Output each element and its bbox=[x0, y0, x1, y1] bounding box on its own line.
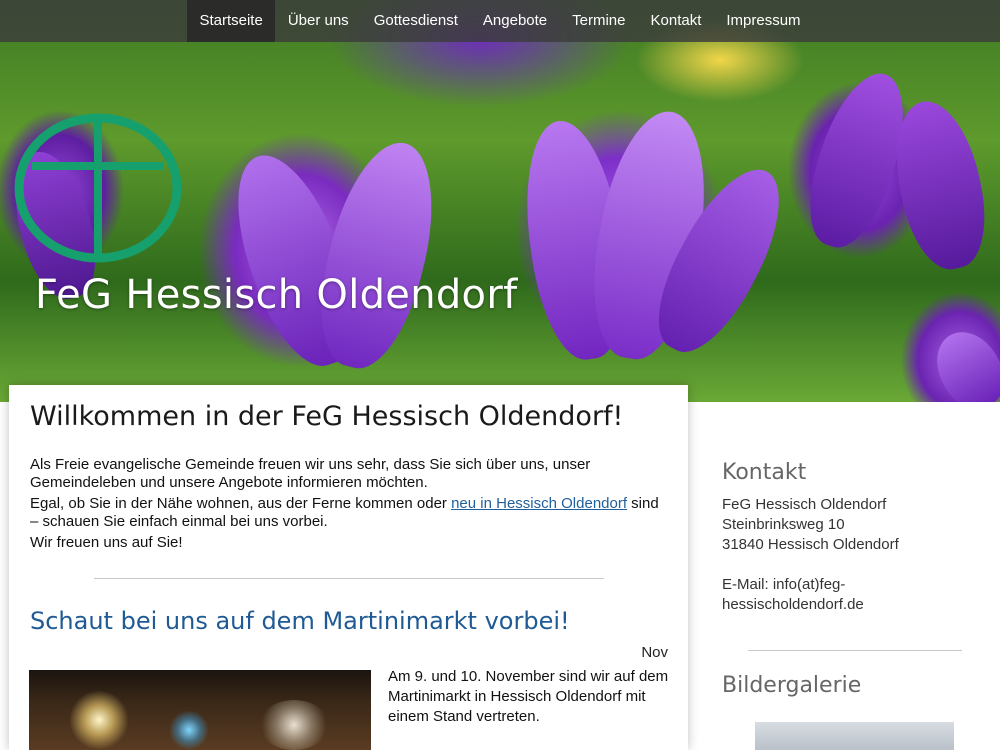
nav-item-angebote[interactable]: Angebote bbox=[470, 0, 559, 42]
intro-paragraph: Wir freuen uns auf Sie! bbox=[30, 534, 183, 551]
hero-flower bbox=[924, 320, 1000, 402]
nav-item-kontakt[interactable]: Kontakt bbox=[638, 0, 714, 42]
nav-item-startseite[interactable]: Startseite bbox=[186, 0, 276, 42]
intro-text: Als Freie evangelische Gemeinde freuen w… bbox=[30, 456, 668, 552]
nav-item-gottesdienst[interactable]: Gottesdienst bbox=[361, 0, 470, 42]
contact-address: FeG Hessisch Oldendorf Steinbrinksweg 10… bbox=[722, 495, 982, 615]
market-light bbox=[69, 690, 129, 750]
sidebar: Kontakt FeG Hessisch Oldendorf Steinbrin… bbox=[722, 460, 982, 698]
contact-line: FeG Hessisch Oldendorf bbox=[722, 496, 887, 513]
post-date: Nov bbox=[641, 644, 668, 661]
neu-in-hessisch-oldendorf-link[interactable]: neu in Hessisch Oldendorf bbox=[451, 495, 627, 512]
post-image[interactable] bbox=[29, 670, 371, 750]
post-text: Am 9. und 10. November sind wir auf dem … bbox=[388, 668, 669, 725]
page-title: Willkommen in der FeG Hessisch Oldendorf… bbox=[30, 401, 624, 432]
intro-paragraph: Egal, ob Sie in der Nähe wohnen, aus der… bbox=[30, 495, 668, 530]
content-divider bbox=[94, 577, 604, 579]
contact-line: Steinbrinksweg 10 bbox=[722, 516, 845, 533]
cross-circle-logo-icon[interactable] bbox=[12, 112, 184, 264]
nav-item-termine[interactable]: Termine bbox=[560, 0, 638, 42]
site-title[interactable]: FeG Hessisch Oldendorf bbox=[35, 272, 517, 318]
gallery-thumbnail[interactable] bbox=[755, 722, 954, 750]
intro-paragraph: Als Freie evangelische Gemeinde freuen w… bbox=[30, 456, 591, 491]
main-content: Willkommen in der FeG Hessisch Oldendorf… bbox=[9, 385, 688, 750]
contact-heading: Kontakt bbox=[722, 460, 807, 485]
sidebar-divider bbox=[748, 650, 962, 651]
contact-line bbox=[722, 555, 982, 575]
contact-email-line[interactable]: E-Mail: info(at)feg- bbox=[722, 575, 982, 595]
market-light bbox=[259, 700, 329, 750]
intro-text-part: Egal, ob Sie in der Nähe wohnen, aus der… bbox=[30, 495, 452, 512]
post-title[interactable]: Schaut bei uns auf dem Martinimarkt vorb… bbox=[30, 607, 668, 635]
gallery-heading: Bildergalerie bbox=[722, 673, 862, 698]
market-light bbox=[169, 710, 209, 750]
nav-item-impressum[interactable]: Impressum bbox=[714, 0, 813, 42]
main-navigation: Startseite Über uns Gottesdienst Angebot… bbox=[0, 0, 1000, 42]
nav-item-ueber-uns[interactable]: Über uns bbox=[275, 0, 361, 42]
contact-line: 31840 Hessisch Oldendorf bbox=[722, 536, 899, 553]
contact-email-line[interactable]: hessischoldendorf.de bbox=[722, 595, 982, 615]
